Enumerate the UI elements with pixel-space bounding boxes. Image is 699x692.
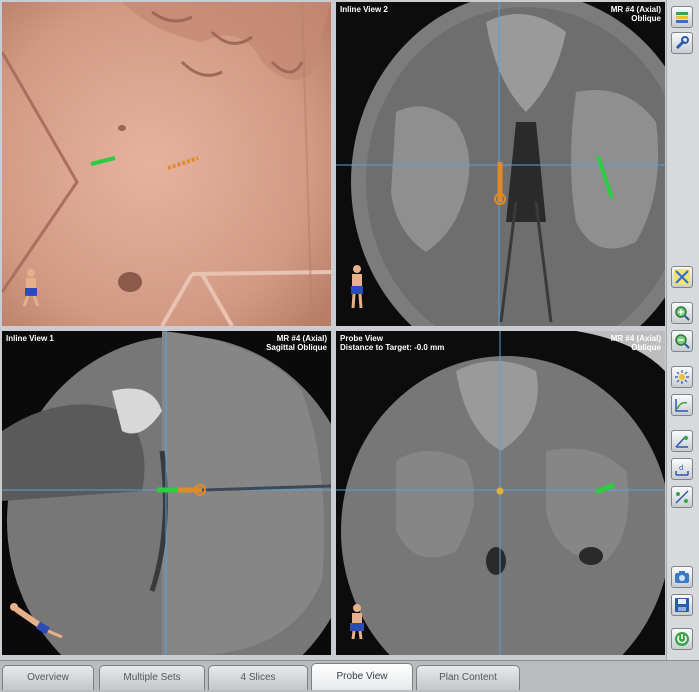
viewport-probe-view[interactable]: Probe View Distance to Target: -0.0 mm M… xyxy=(336,331,665,655)
right-toolbar: d xyxy=(666,0,699,660)
orientation-figure-icon xyxy=(22,269,40,307)
series-label: MR #4 (Axial) xyxy=(610,5,661,14)
wrench-icon xyxy=(675,36,689,50)
camera-icon xyxy=(675,571,689,583)
measure-distance-icon: d xyxy=(675,464,689,476)
distance-to-target: Distance to Target: -0.0 mm xyxy=(340,343,445,352)
viewport-title: Inline View 2 xyxy=(340,5,388,14)
viewport-3d[interactable] xyxy=(2,2,331,326)
measure-ratio-button[interactable] xyxy=(671,486,693,508)
power-button[interactable] xyxy=(671,628,693,650)
viewport-title: Probe View xyxy=(340,334,383,343)
viewport-inline-view-1[interactable]: Inline View 1 MR #4 (Axial) Sagittal Obl… xyxy=(2,331,331,655)
settings-button[interactable] xyxy=(671,32,693,54)
crosshair-button[interactable] xyxy=(671,266,693,288)
tab-overview[interactable]: Overview xyxy=(2,665,94,690)
layers-button[interactable] xyxy=(671,6,693,28)
skin-surface-render xyxy=(2,2,331,326)
tab-probe-view[interactable]: Probe View xyxy=(311,663,413,690)
window-level-icon xyxy=(675,399,688,412)
orientation-label: Oblique xyxy=(631,14,661,23)
orientation-figure-icon xyxy=(350,604,364,640)
viewport-info: MR #4 (Axial) Oblique xyxy=(611,334,661,352)
svg-text:d: d xyxy=(679,464,683,472)
series-label: MR #4 (Axial) xyxy=(610,334,661,343)
measure-angle-button[interactable] xyxy=(671,430,693,452)
viewport-info: MR #4 (Axial) Oblique xyxy=(611,5,661,23)
snapshot-button[interactable] xyxy=(671,566,693,588)
mri-slice-image xyxy=(336,2,665,326)
power-icon xyxy=(675,632,689,646)
tab-plan-content[interactable]: Plan Content xyxy=(416,665,520,690)
mri-slice-image xyxy=(336,331,665,655)
brightness-icon xyxy=(675,370,689,384)
save-button[interactable] xyxy=(671,594,693,616)
window-level-button[interactable] xyxy=(671,394,693,416)
zoom-in-button[interactable] xyxy=(671,302,693,324)
tab-bar: Overview Multiple Sets 4 Slices Probe Vi… xyxy=(0,660,699,692)
orientation-figure-icon xyxy=(10,603,63,639)
measure-distance-button[interactable]: d xyxy=(671,458,693,480)
orientation-label: Oblique xyxy=(631,343,661,352)
tab-multiple-sets[interactable]: Multiple Sets xyxy=(99,665,205,690)
zoom-in-icon xyxy=(675,306,690,321)
probe-marker xyxy=(496,487,504,495)
measure-angle-icon xyxy=(675,435,688,448)
zoom-out-icon xyxy=(675,334,690,349)
orientation-label: Sagittal Oblique xyxy=(266,343,327,352)
tab-4-slices[interactable]: 4 Slices xyxy=(208,665,308,690)
layers-icon xyxy=(676,12,688,23)
brightness-button[interactable] xyxy=(671,366,693,388)
series-label: MR #4 (Axial) xyxy=(276,334,327,343)
crosshair-icon xyxy=(674,269,690,285)
viewport-info: MR #4 (Axial) Sagittal Oblique xyxy=(266,334,327,352)
viewport-info-left: Probe View Distance to Target: -0.0 mm xyxy=(340,334,444,352)
viewport-title: Inline View 1 xyxy=(6,334,54,343)
viewport-inline-view-2[interactable]: Inline View 2 MR #4 (Axial) Oblique xyxy=(336,2,665,326)
save-icon xyxy=(675,598,689,612)
measure-ratio-icon xyxy=(675,490,689,504)
orientation-figure-icon xyxy=(351,265,363,309)
zoom-out-button[interactable] xyxy=(671,330,693,352)
